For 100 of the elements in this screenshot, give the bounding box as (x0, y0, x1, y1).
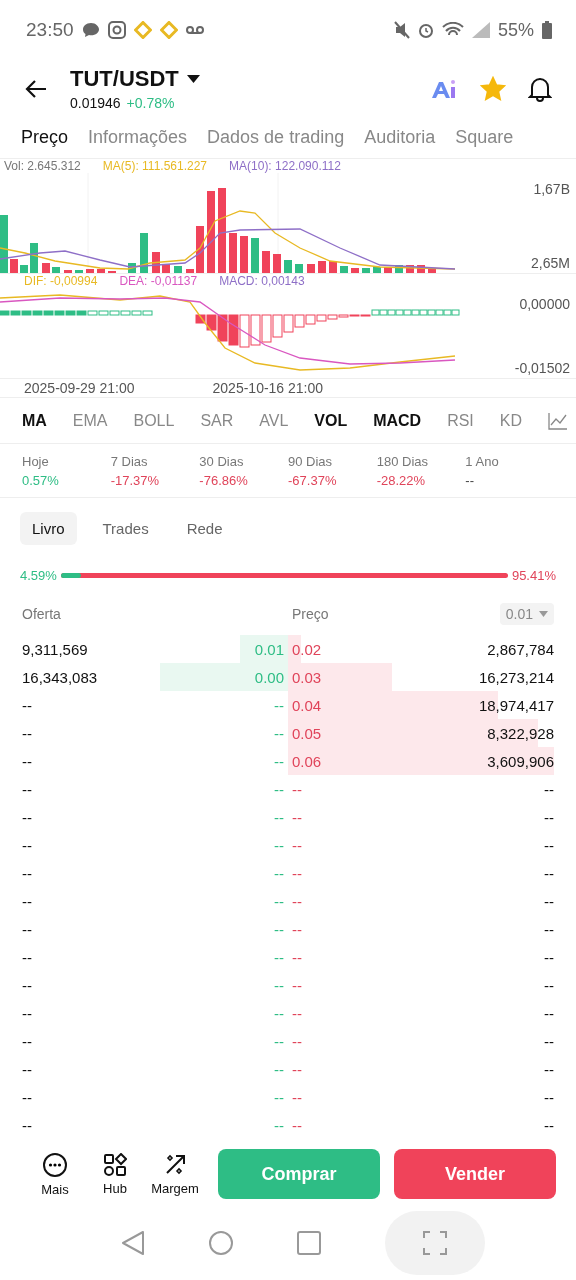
volume-bar (373, 267, 381, 274)
shortcut-label[interactable]: Mais (41, 1181, 69, 1197)
macd-bar (272, 314, 283, 338)
bid-quantity: -- (22, 864, 32, 882)
ask-price: -- (292, 920, 302, 938)
date-label: 2025-10-16 21:00 (212, 380, 324, 397)
volume-bar (229, 233, 237, 274)
shortcut-label[interactable]: Hub (103, 1180, 127, 1196)
ask-quantity: 8,322,928 (487, 724, 554, 742)
ask-quantity: -- (544, 1088, 554, 1106)
axis-label: 2,65M (531, 255, 570, 272)
bid-quantity: -- (22, 976, 32, 994)
bid-quantity: -- (22, 1116, 32, 1134)
bid-price: -- (274, 780, 284, 798)
indicator-tab[interactable]: EMA (72, 411, 108, 430)
indicator-tab[interactable]: AVL (259, 411, 289, 430)
step-dropdown[interactable]: 0.01 (499, 602, 554, 625)
volume-bar (284, 260, 292, 274)
diamond-icon (133, 21, 152, 40)
ask-price: 0.02 (292, 640, 322, 658)
chart-legend-value: MACD: 0,00143 (219, 274, 305, 289)
ask-price: 0.03 (292, 668, 322, 686)
ask-quantity: -- (544, 976, 554, 994)
book-tab[interactable]: Trades (90, 512, 161, 545)
indicator-tab[interactable]: KD (499, 411, 522, 430)
volume-bar (417, 265, 425, 274)
date-label: 2025-09-29 21:00 (24, 380, 135, 397)
bid-price: -- (274, 1116, 284, 1134)
book-tab[interactable]: Livro (20, 512, 77, 545)
bid-quantity: -- (22, 836, 32, 854)
bid-price: 0.01 (254, 640, 284, 658)
ask-price: -- (292, 1032, 302, 1050)
indicator-tab[interactable]: VOL (314, 411, 348, 430)
volume-bar (186, 269, 194, 274)
period-change: -67.37% (288, 472, 338, 488)
page-tab[interactable]: Auditoria (364, 127, 436, 149)
page-tab[interactable]: Dados de trading (207, 127, 345, 149)
macd-bar (305, 314, 316, 325)
bell-icon[interactable] (528, 76, 552, 102)
caret-icon (539, 610, 548, 617)
ask-price: 0.06 (292, 752, 322, 770)
more-icon[interactable] (42, 1151, 68, 1178)
diamond-icon (159, 21, 178, 40)
caret-icon[interactable] (186, 75, 200, 84)
period-change: -28.22% (376, 472, 427, 488)
ask-price: -- (292, 1088, 302, 1106)
indicator-tab[interactable]: RSI (447, 411, 474, 430)
ask-price: -- (292, 780, 302, 798)
bid-quantity: -- (22, 780, 32, 798)
ask-quantity: -- (544, 1032, 554, 1050)
volume-bar (307, 264, 315, 274)
axis-label: 0,00000 (519, 296, 570, 313)
indicator-tab[interactable]: MACD (373, 411, 422, 430)
indicator-tab[interactable]: SAR (200, 411, 234, 430)
volume-bar (174, 266, 182, 274)
volume-bar (406, 265, 414, 274)
chart-legend-value: DIF: -0,00994 (24, 274, 98, 289)
pair-title[interactable]: TUT/USDT (70, 66, 179, 93)
ask-quantity: 3,609,906 (487, 752, 554, 770)
volume-bar (128, 263, 136, 274)
indicator-tab[interactable]: BOLL (133, 411, 175, 430)
volume-bar (251, 238, 259, 274)
buy-button[interactable]: Comprar (218, 1149, 380, 1200)
star-icon[interactable] (480, 76, 506, 102)
volume-bar (97, 269, 105, 274)
bid-price: -- (274, 1004, 284, 1022)
camera-icon (107, 21, 126, 40)
shortcut-label[interactable]: Margem (151, 1180, 199, 1196)
back-arrow-icon[interactable] (24, 79, 48, 99)
page-tab[interactable]: Informações (88, 127, 188, 149)
macd-bar (250, 314, 261, 346)
bid-price: 0.00 (254, 668, 284, 686)
volume-bar (152, 252, 160, 274)
indicator-tab[interactable]: MA (22, 411, 47, 430)
ai-icon[interactable] (430, 78, 458, 100)
bid-price: -- (274, 836, 284, 854)
battery-icon (542, 21, 552, 40)
volume-bar (362, 268, 370, 274)
volume-bar (262, 251, 270, 274)
page-tab[interactable]: Square (455, 127, 514, 149)
bid-price: -- (274, 696, 284, 714)
page-tab[interactable]: Preço (21, 127, 69, 149)
sell-button[interactable]: Vender (394, 1149, 556, 1200)
macd-bar (239, 314, 250, 348)
period-label: 1 Ano (465, 453, 500, 469)
column-header: Oferta (22, 605, 62, 622)
book-tab[interactable]: Rede (174, 512, 235, 545)
buy-ratio: 4.59% (20, 567, 57, 583)
home-icon[interactable] (207, 1229, 234, 1256)
line-chart-icon[interactable] (547, 411, 568, 430)
grid-icon[interactable] (103, 1152, 127, 1177)
period-change: -17.37% (110, 472, 161, 488)
bid-price: -- (274, 752, 284, 770)
bid-quantity: -- (22, 724, 32, 742)
volume-bar (295, 264, 303, 274)
back-icon[interactable] (121, 1229, 146, 1256)
recents-icon[interactable] (296, 1229, 323, 1256)
bid-quantity: 9,311,569 (22, 640, 88, 658)
volume-bar (75, 270, 83, 274)
bid-quantity: -- (22, 808, 32, 826)
